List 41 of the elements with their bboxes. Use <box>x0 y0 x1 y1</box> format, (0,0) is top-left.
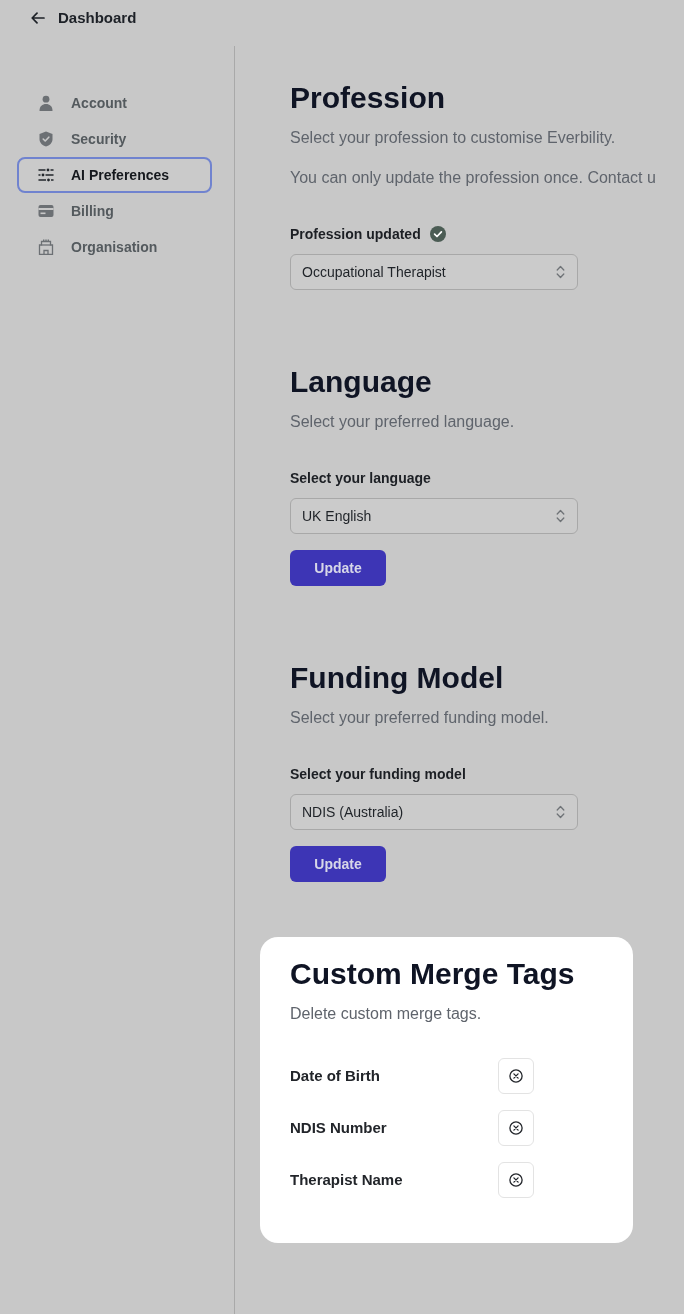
merge-tag-label: NDIS Number <box>290 1117 388 1138</box>
sidebar-item[interactable]: Organisation <box>17 229 212 265</box>
chevron-up-down-icon <box>556 265 565 279</box>
sidebar-item[interactable]: Account <box>17 85 212 121</box>
x-circle-icon <box>509 1121 523 1135</box>
arrow-left-icon <box>31 12 45 24</box>
delete-tag-button[interactable] <box>498 1162 534 1198</box>
x-circle-icon <box>509 1173 523 1187</box>
section-description: Select your preferred language. <box>290 412 516 432</box>
merge-tag-label: Date of Birth <box>290 1065 381 1086</box>
chevron-up-down-icon <box>556 805 565 819</box>
update-button[interactable]: Update <box>290 550 386 586</box>
field-label: Select your language <box>290 468 431 488</box>
section-title: Profession <box>290 80 447 116</box>
dropdown-select[interactable]: NDIS (Australia) <box>290 794 578 830</box>
section-description: You can only update the profession once. Contact u <box>290 168 657 188</box>
section-title: Funding Model <box>290 660 505 696</box>
chevron-up-down-icon <box>556 509 565 523</box>
dropdown-select[interactable]: Occupational Therapist <box>290 254 578 290</box>
section-title: Language <box>290 364 433 400</box>
x-circle-icon <box>509 1069 523 1083</box>
credit-card-icon <box>38 203 54 219</box>
person-icon <box>38 95 54 111</box>
card-title: Custom Merge Tags <box>290 956 576 992</box>
sidebar-item[interactable]: Billing <box>17 193 212 229</box>
update-button[interactable]: Update <box>290 846 386 882</box>
field-label: Select your funding model <box>290 764 466 784</box>
shield-icon <box>38 131 54 147</box>
field-label: Profession updated <box>290 224 421 244</box>
sidebar-item[interactable]: Security <box>17 121 212 157</box>
sliders-icon <box>38 167 54 183</box>
delete-tag-button[interactable] <box>498 1058 534 1094</box>
merge-tag-label: Therapist Name <box>290 1169 404 1190</box>
section-description: Select your preferred funding model. <box>290 708 550 728</box>
sidebar-item[interactable]: AI Preferences <box>17 157 212 193</box>
back-link[interactable]: Dashboard <box>31 6 137 30</box>
delete-tag-button[interactable] <box>498 1110 534 1146</box>
dropdown-select[interactable]: UK English <box>290 498 578 534</box>
building-icon <box>38 239 54 255</box>
card-description: Delete custom merge tags. <box>290 1004 483 1024</box>
section-description: Select your profession to customise Everbility. <box>290 128 617 148</box>
